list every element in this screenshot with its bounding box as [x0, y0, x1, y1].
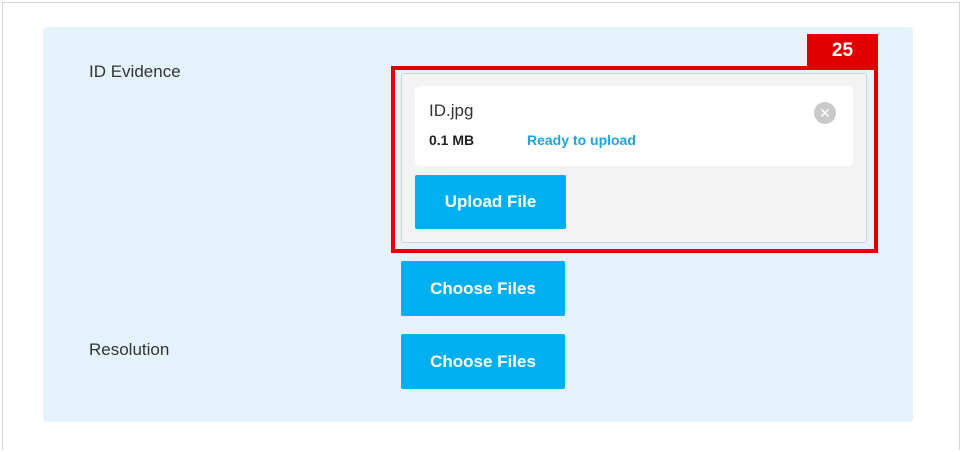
id-evidence-label: ID Evidence: [89, 62, 181, 81]
choose-files-resolution-button[interactable]: Choose Files: [401, 334, 565, 389]
annotation-highlight-box: [391, 66, 878, 253]
resolution-label: Resolution: [89, 340, 170, 359]
annotation-badge: 25: [807, 34, 878, 68]
choose-files-id-evidence-button[interactable]: Choose Files: [401, 261, 565, 316]
